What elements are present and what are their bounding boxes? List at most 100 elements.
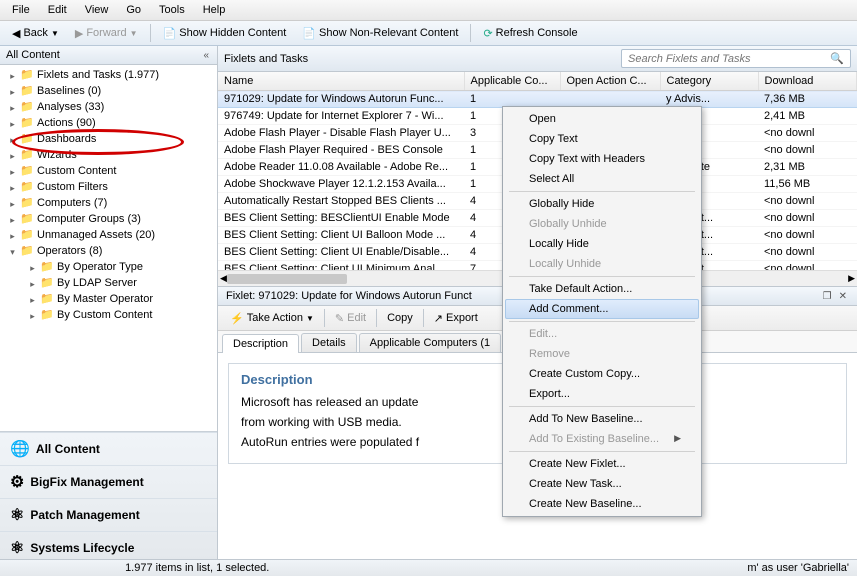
folder-icon: 📁	[20, 180, 34, 194]
table-row[interactable]: 971029: Update for Windows Autorun Func.…	[218, 91, 857, 108]
menu-item[interactable]: Add Comment...	[505, 299, 699, 319]
tree-item[interactable]: ▸📁Baselines (0)	[0, 83, 217, 99]
tree-item[interactable]: ▸📁By Master Operator	[0, 291, 217, 307]
menu-item[interactable]: Take Default Action...	[505, 279, 699, 299]
expander-icon[interactable]: ▾	[8, 247, 17, 256]
expander-icon[interactable]: ▸	[8, 183, 17, 192]
expander-icon[interactable]: ▸	[28, 279, 37, 288]
folder-icon: 📁	[20, 100, 34, 114]
menu-item[interactable]: Copy Text with Headers	[505, 149, 699, 169]
tab[interactable]: Applicable Computers (1	[359, 333, 501, 352]
search-input[interactable]	[628, 53, 830, 65]
expander-icon[interactable]: ▸	[8, 87, 17, 96]
dropdown-icon: ▼	[130, 29, 138, 38]
close-icon[interactable]: ✕	[837, 291, 849, 302]
menu-tools[interactable]: Tools	[151, 2, 193, 18]
menu-item[interactable]: Create New Baseline...	[505, 494, 699, 514]
tree-item[interactable]: ▸📁Analyses (33)	[0, 99, 217, 115]
back-button[interactable]: ◀Back▼	[6, 25, 65, 42]
cell: Adobe Reader 11.0.08 Available - Adobe R…	[218, 159, 464, 176]
search-box[interactable]: 🔍	[621, 49, 851, 68]
menu-item[interactable]: Create New Task...	[505, 474, 699, 494]
sidebar-title: All Content	[6, 49, 60, 61]
tree-label: Wizards	[37, 149, 77, 161]
menu-go[interactable]: Go	[118, 2, 149, 18]
tree-item[interactable]: ▸📁By Operator Type	[0, 259, 217, 275]
tree-label: By Operator Type	[57, 261, 143, 273]
edit-button[interactable]: ✎Edit	[329, 310, 372, 327]
menu-item[interactable]: Locally Hide	[505, 234, 699, 254]
column-header[interactable]: Category	[660, 72, 758, 91]
tree-item[interactable]: ▸📁Wizards	[0, 147, 217, 163]
globe-icon: 🌐	[10, 439, 30, 459]
menu-file[interactable]: File	[4, 2, 38, 18]
tree-item[interactable]: ▸📁By Custom Content	[0, 307, 217, 323]
list-header: Fixlets and Tasks 🔍	[218, 46, 857, 72]
chevron-left-icon[interactable]: «	[201, 50, 211, 61]
tree-item[interactable]: ▸📁Custom Content	[0, 163, 217, 179]
refresh-button[interactable]: ⟳Refresh Console	[477, 25, 583, 42]
expander-icon[interactable]: ▸	[8, 103, 17, 112]
tree-item[interactable]: ▸📁Dashboards	[0, 131, 217, 147]
search-icon[interactable]: 🔍	[830, 52, 844, 65]
expander-icon[interactable]: ▸	[8, 215, 17, 224]
forward-button[interactable]: ▶Forward▼	[69, 25, 144, 42]
menu-item[interactable]: Export...	[505, 384, 699, 404]
menu-item[interactable]: Open	[505, 109, 699, 129]
scrollbar-thumb[interactable]	[227, 274, 347, 284]
expander-icon[interactable]: ▸	[8, 167, 17, 176]
menu-item[interactable]: Create Custom Copy...	[505, 364, 699, 384]
column-header[interactable]: Applicable Co...	[464, 72, 560, 91]
menu-item[interactable]: Select All	[505, 169, 699, 189]
column-header[interactable]: Open Action C...	[560, 72, 660, 91]
tab[interactable]: Description	[222, 334, 299, 353]
menu-view[interactable]: View	[77, 2, 117, 18]
tab[interactable]: Details	[301, 333, 357, 352]
tree-item[interactable]: ▸📁Computers (7)	[0, 195, 217, 211]
expander-icon[interactable]: ▸	[28, 295, 37, 304]
menu-item[interactable]: Add To New Baseline...	[505, 409, 699, 429]
menu-item[interactable]: Globally Hide	[505, 194, 699, 214]
restore-icon[interactable]: ❐	[821, 291, 834, 302]
nav-bigfix-management[interactable]: ⚙BigFix Management	[0, 465, 217, 498]
menu-item[interactable]: Create New Fixlet...	[505, 454, 699, 474]
export-button[interactable]: ↗Export	[428, 310, 484, 327]
tree-item[interactable]: ▸📁Actions (90)	[0, 115, 217, 131]
tree-item[interactable]: ▸📁Unmanaged Assets (20)	[0, 227, 217, 243]
expander-icon[interactable]: ▸	[8, 119, 17, 128]
tree-item[interactable]: ▸📁Computer Groups (3)	[0, 211, 217, 227]
list-title: Fixlets and Tasks	[224, 53, 308, 65]
tree-item[interactable]: ▾📁Operators (8)	[0, 243, 217, 259]
tree-item[interactable]: ▸📁Custom Filters	[0, 179, 217, 195]
description-text: AutoRun entries were populated f	[241, 435, 419, 449]
expander-icon[interactable]: ▸	[8, 151, 17, 160]
menu-separator	[509, 191, 695, 192]
expander-icon[interactable]: ▸	[8, 199, 17, 208]
column-header[interactable]: Name	[218, 72, 464, 91]
copy-button[interactable]: Copy	[381, 310, 419, 326]
cell: Adobe Flash Player - Disable Flash Playe…	[218, 125, 464, 142]
nodes-icon: ⚛	[10, 505, 24, 525]
cell: <no downl	[758, 244, 857, 261]
cell: BES Client Setting: Client UI Enable/Dis…	[218, 244, 464, 261]
cell: 971029: Update for Windows Autorun Func.…	[218, 91, 464, 108]
expander-icon[interactable]: ▸	[8, 71, 17, 80]
menu-help[interactable]: Help	[195, 2, 234, 18]
tree-label: By Master Operator	[57, 293, 153, 305]
expander-icon[interactable]: ▸	[28, 263, 37, 272]
cell: <no downl	[758, 193, 857, 210]
show-nonrelevant-button[interactable]: 📄Show Non-Relevant Content	[296, 25, 464, 42]
tree-item[interactable]: ▸📁By LDAP Server	[0, 275, 217, 291]
tree-item[interactable]: ▸📁Fixlets and Tasks (1.977)	[0, 67, 217, 83]
expander-icon[interactable]: ▸	[8, 135, 17, 144]
arrow-right-icon: ▶	[75, 27, 83, 40]
menu-item[interactable]: Copy Text	[505, 129, 699, 149]
show-hidden-button[interactable]: 📄Show Hidden Content	[157, 25, 293, 42]
menu-edit[interactable]: Edit	[40, 2, 75, 18]
expander-icon[interactable]: ▸	[28, 311, 37, 320]
take-action-button[interactable]: ⚡Take Action▼	[224, 310, 320, 327]
column-header[interactable]: Download	[758, 72, 857, 91]
expander-icon[interactable]: ▸	[8, 231, 17, 240]
nav-all-content[interactable]: 🌐All Content	[0, 432, 217, 465]
nav-patch-management[interactable]: ⚛Patch Management	[0, 498, 217, 531]
